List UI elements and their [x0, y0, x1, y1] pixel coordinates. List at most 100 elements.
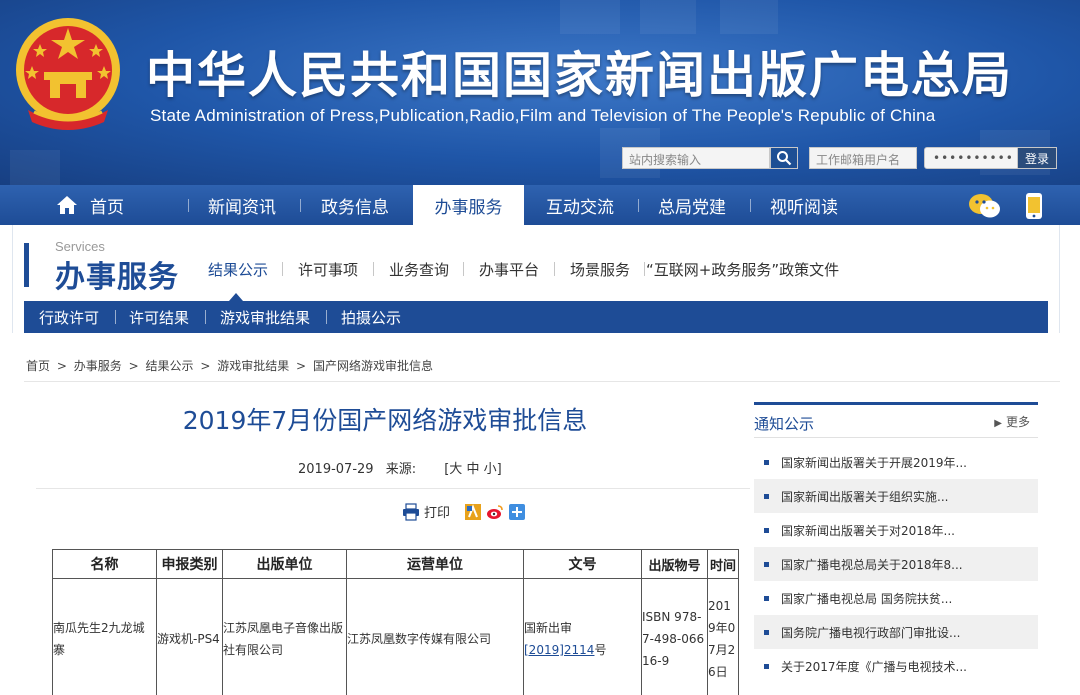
wechat-icon[interactable]: [968, 192, 1002, 220]
notice-item-title: 国务院广播电视行政部门审批设...: [781, 625, 961, 640]
breadcrumb: 首页 > 办事服务 > 结果公示 > 游戏审批结果 > 国产网络游戏审批信息: [26, 357, 436, 374]
nav-divider: [188, 199, 189, 212]
search-icon: [777, 151, 792, 166]
cell-approval-date: 2019年07月26日: [707, 578, 739, 695]
document-number-link[interactable]: [2019]2114: [524, 643, 594, 657]
nav-item-home[interactable]: 首页: [56, 185, 124, 225]
cell-publisher: 江苏凤凰电子音像出版社有限公司: [222, 578, 347, 695]
site-banner: 中华人民共和国国家新闻出版广电总局 State Administration o…: [0, 0, 1080, 185]
column-header-date: 时间: [707, 549, 739, 579]
notice-panel-title: 通知公示: [754, 415, 815, 433]
document-number-suffix: 号: [594, 642, 607, 657]
section-link-policy-documents[interactable]: “互联网+政务服务”政策文件: [646, 259, 839, 280]
nav-divider: [300, 199, 301, 212]
section-link-divider: [554, 262, 555, 276]
breadcrumb-results[interactable]: 结果公示: [145, 359, 193, 373]
section-link-divider: [463, 262, 464, 276]
subnav-divider: [115, 310, 116, 324]
game-approval-table: 名称 申报类别 出版单位 运营单位 文号 出版物号 时间 南瓜先生2九龙城寨 游…: [52, 549, 739, 695]
section-link-scenario-services[interactable]: 场景服务: [570, 259, 630, 280]
section-title: 办事服务: [55, 260, 179, 295]
font-size-switcher[interactable]: [大 中 小]: [444, 462, 501, 477]
section-link-service-platform[interactable]: 办事平台: [479, 259, 539, 280]
breadcrumb-separator: >: [200, 359, 211, 373]
subnav-item-filming-notices[interactable]: 拍摄公示: [341, 301, 401, 333]
password-input[interactable]: ••••••••••: [924, 147, 1018, 169]
home-icon: [57, 196, 77, 214]
subnav-divider: [326, 310, 327, 324]
column-header-document-number: 文号: [523, 549, 642, 579]
sub-navigation: 行政许可 许可结果 游戏审批结果 拍摄公示: [24, 301, 1048, 333]
section-link-business-query[interactable]: 业务查询: [389, 259, 449, 280]
work-email-username-input[interactable]: 工作邮箱用户名: [809, 147, 917, 169]
article-title: 2019年7月份国产网络游戏审批信息: [182, 406, 588, 435]
notice-panel-header: 通知公示 ▶ 更多: [754, 402, 1038, 438]
breadcrumb-divider: [24, 381, 1060, 382]
article-tools: 打印: [402, 502, 530, 521]
notice-item[interactable]: 国家广播电视总局关于2018年8...: [754, 547, 1038, 581]
nav-item-news[interactable]: 新闻资讯: [208, 185, 276, 225]
national-emblem-icon: [16, 18, 120, 130]
more-link-label: 更多: [1005, 415, 1030, 429]
section-link-results[interactable]: 结果公示: [208, 259, 268, 280]
breadcrumb-separator: >: [296, 359, 307, 373]
notice-item[interactable]: 国家广播电视总局 国务院扶贫...: [754, 581, 1038, 615]
article-meta-divider: [36, 488, 750, 489]
cell-isbn: ISBN 978-7-498-06616-9: [641, 578, 708, 695]
notice-item[interactable]: 国务院广播电视行政部门审批设...: [754, 615, 1038, 649]
bullet-icon: [764, 459, 769, 465]
section-link-permits[interactable]: 许可事项: [298, 259, 358, 280]
nav-item-party-building[interactable]: 总局党建: [658, 185, 726, 225]
mobile-icon[interactable]: [1024, 192, 1044, 220]
breadcrumb-services[interactable]: 办事服务: [74, 359, 122, 373]
notice-item-title: 国家广播电视总局 国务院扶贫...: [781, 591, 953, 606]
search-button[interactable]: [770, 147, 798, 169]
login-button[interactable]: 登录: [1017, 147, 1057, 169]
bullet-icon: [764, 629, 769, 635]
notice-item[interactable]: 国家新闻出版署关于对2018年...: [754, 513, 1038, 547]
document-number-prefix: 国新出审: [524, 620, 573, 635]
nav-item-interaction[interactable]: 互动交流: [546, 185, 614, 225]
column-header-name: 名称: [52, 549, 157, 579]
site-title: 中华人民共和国国家新闻出版广电总局: [146, 47, 1014, 104]
nav-item-services[interactable]: 办事服务: [413, 185, 524, 225]
notice-item-title: 国家新闻出版署关于对2018年...: [781, 523, 955, 538]
column-header-category: 申报类别: [156, 549, 223, 579]
column-header-publication-number: 出版物号: [641, 549, 708, 579]
print-label[interactable]: 打印: [424, 502, 450, 521]
share-weibo-icon[interactable]: [486, 503, 504, 521]
breadcrumb-home[interactable]: 首页: [26, 359, 50, 373]
main-navigation: 首页 新闻资讯 政务信息 办事服务 互动交流 总局党建 视听阅读: [0, 185, 1080, 225]
notice-item-title: 关于2017年度《广播与电视技术...: [781, 659, 967, 674]
share-renren-icon[interactable]: [464, 503, 482, 521]
source-label: 来源:: [385, 462, 417, 477]
breadcrumb-game-approval[interactable]: 游戏审批结果: [217, 359, 289, 373]
cell-category: 游戏机-PS4: [156, 578, 223, 695]
share-more-icon[interactable]: [508, 503, 526, 521]
subnav-item-permit-results[interactable]: 许可结果: [129, 301, 189, 333]
column-header-publisher: 出版单位: [222, 549, 347, 579]
notice-item-title: 国家广播电视总局关于2018年8...: [781, 557, 963, 572]
site-subtitle: State Administration of Press,Publicatio…: [150, 106, 936, 125]
notice-item[interactable]: 关于2017年度《广播与电视技术...: [754, 649, 1038, 683]
subnav-item-game-approval-results[interactable]: 游戏审批结果: [220, 301, 310, 333]
more-link[interactable]: ▶ 更多: [994, 413, 1030, 430]
table-header-row: 名称 申报类别 出版单位 运营单位 文号 出版物号 时间: [52, 549, 739, 579]
cell-operator: 江苏凤凰数字传媒有限公司: [346, 578, 524, 695]
subnav-item-administrative-permit[interactable]: 行政许可: [39, 301, 99, 333]
section-accent-bar: [24, 243, 29, 287]
notice-item[interactable]: 国家新闻出版署关于开展2019年...: [754, 445, 1038, 479]
bullet-icon: [764, 561, 769, 567]
nav-item-government-info[interactable]: 政务信息: [321, 185, 389, 225]
bullet-icon: [764, 663, 769, 669]
section-link-divider: [644, 262, 645, 276]
breadcrumb-separator: >: [56, 359, 67, 373]
print-icon[interactable]: [402, 502, 420, 521]
nav-item-audiovisual[interactable]: 视听阅读: [770, 185, 838, 225]
notice-item[interactable]: 国家新闻出版署关于组织实施...: [754, 479, 1038, 513]
notice-item-title: 国家新闻出版署关于开展2019年...: [781, 455, 967, 470]
site-search-input[interactable]: 站内搜索输入: [622, 147, 770, 169]
active-link-indicator: [229, 293, 243, 301]
bullet-icon: [764, 493, 769, 499]
cell-document-number: 国新出审 [2019]2114号: [523, 578, 642, 695]
